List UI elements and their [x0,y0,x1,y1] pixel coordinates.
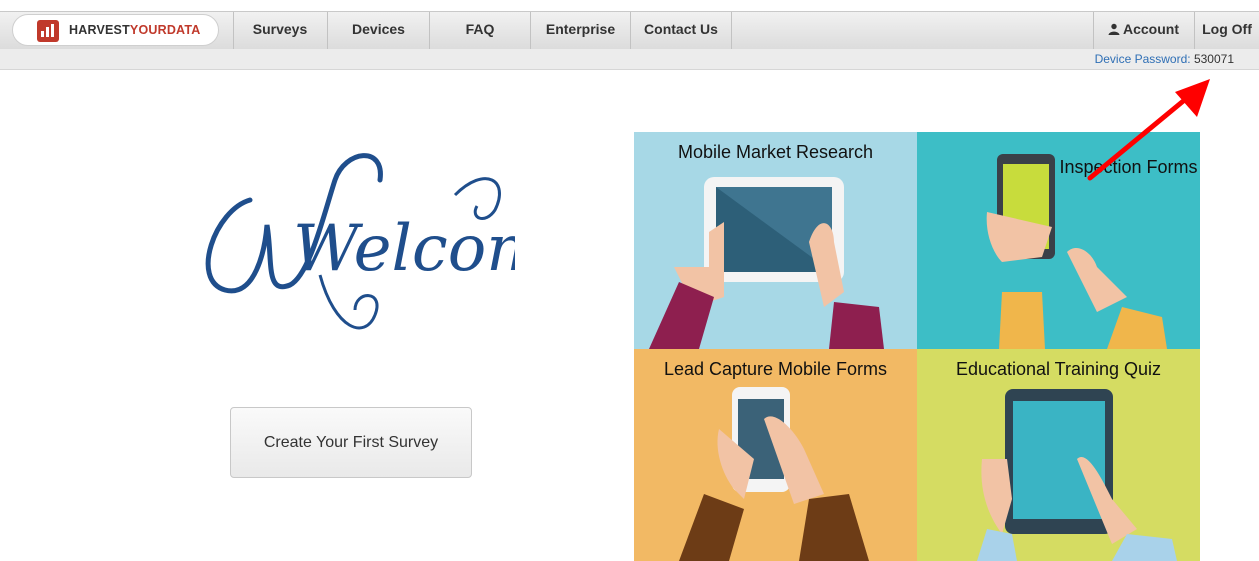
nav-devices[interactable]: Devices [328,12,430,49]
nav-faq[interactable]: FAQ [430,12,531,49]
account-button[interactable]: Account [1093,12,1195,49]
device-password-bar: Device Password: 530071 [0,49,1259,70]
tablet-hands-illustration [977,389,1177,561]
account-label: Account [1123,21,1179,37]
tile-educational-training-quiz[interactable]: Educational Training Quiz [917,349,1200,561]
brand-logo[interactable]: HARVESTYOURDATA [12,14,219,46]
user-icon [1108,23,1120,35]
brand-name: HARVESTYOURDATA [69,23,201,37]
welcome-text: Welcome [293,212,515,286]
nav-contact-us[interactable]: Contact Us [631,12,732,49]
nav-enterprise[interactable]: Enterprise [531,12,631,49]
create-first-survey-button[interactable]: Create Your First Survey [230,407,472,478]
top-navbar: HARVESTYOURDATA Surveys Devices FAQ Ente… [0,11,1259,50]
device-password-label: Device Password: [1094,52,1191,66]
device-password: Device Password: 530071 [1095,52,1234,66]
nav-surveys[interactable]: Surveys [233,12,328,49]
tablet-hands-illustration [649,177,884,349]
logoff-button[interactable]: Log Off [1195,12,1259,49]
logo-chart-icon [37,20,59,42]
welcome-lettering: Welcome [205,153,515,330]
annotation-arrow [1087,79,1210,181]
tile-mobile-market-research[interactable]: Mobile Market Research [634,132,917,349]
tile-lead-capture-mobile-forms[interactable]: Lead Capture Mobile Forms [634,349,917,561]
device-password-value: 530071 [1193,52,1234,66]
phone-hands-illustration [679,387,869,561]
